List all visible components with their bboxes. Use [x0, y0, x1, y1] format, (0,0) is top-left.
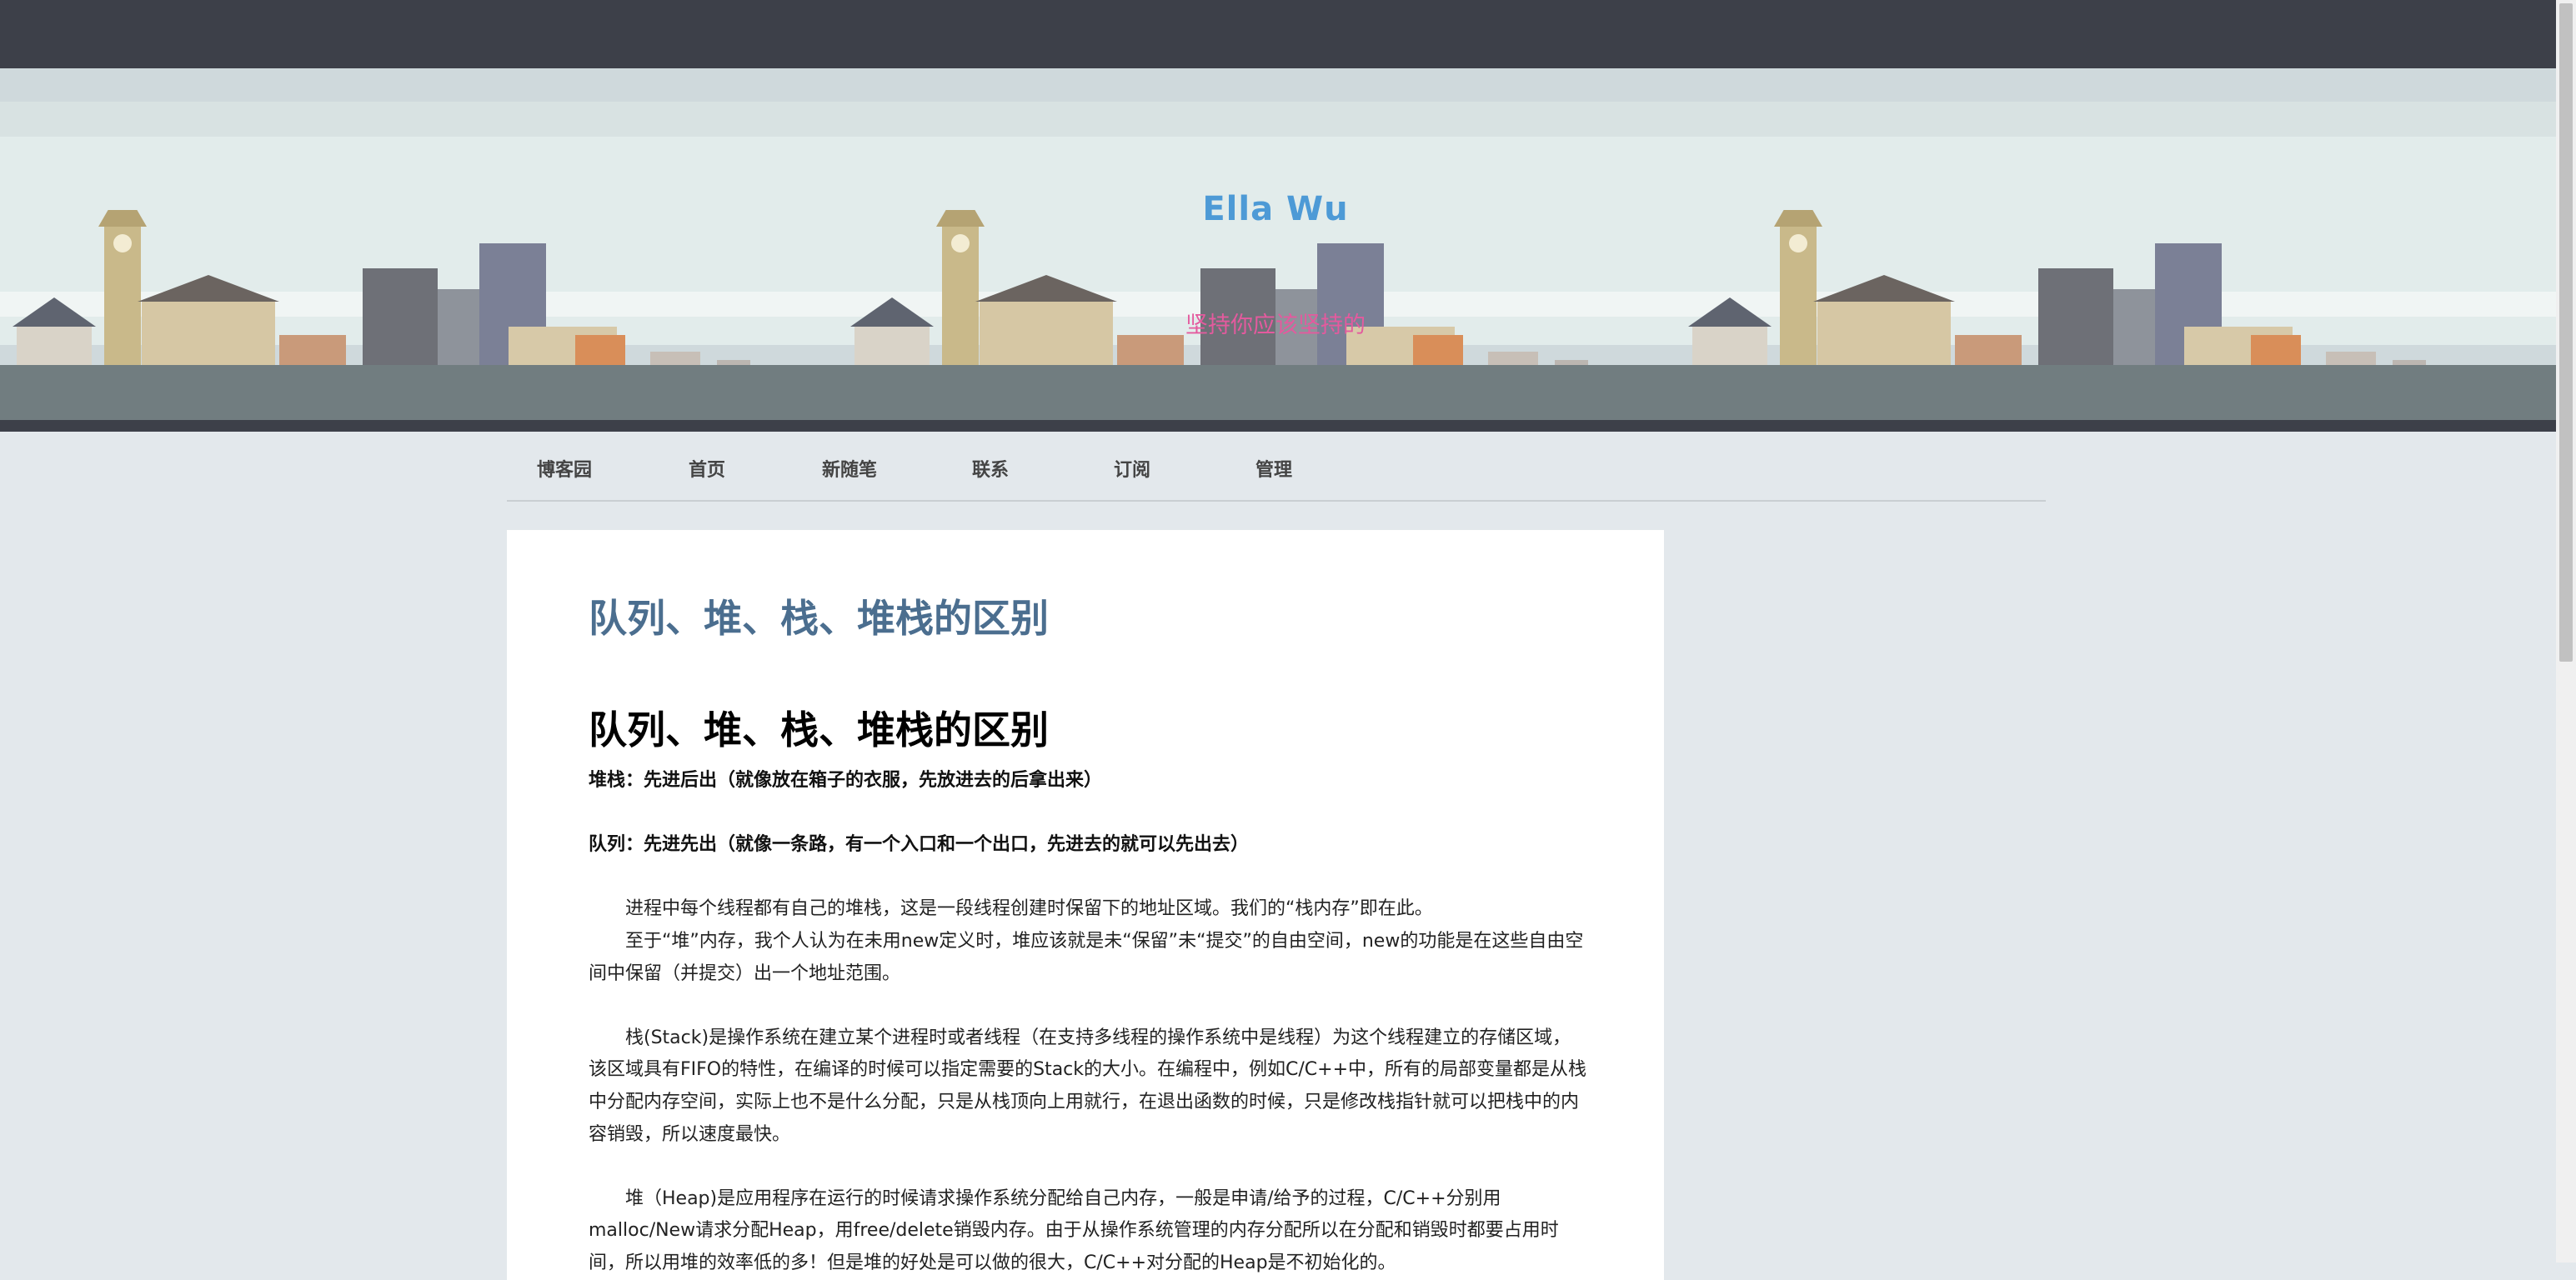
nav-item-home[interactable]: 首页	[689, 458, 725, 483]
nav-item-subscribe[interactable]: 订阅	[1114, 458, 1150, 483]
post-body: 堆栈：先进后出（就像放在箱子的衣服，先放进去的后拿出来） 队列：先进先出（就像一…	[589, 765, 1589, 1280]
nav-item-contact[interactable]: 联系	[972, 458, 1009, 483]
post-heading: 队列、堆、栈、堆栈的区别	[589, 708, 1049, 752]
banner-bottom-edge	[0, 420, 2556, 432]
post-container: 队列、堆、栈、堆栈的区别 队列、堆、栈、堆栈的区别 堆栈：先进后出（就像放在箱子…	[507, 530, 1664, 1280]
top-bar	[0, 0, 2556, 68]
nav-item-new-post[interactable]: 新随笔	[822, 458, 877, 483]
paragraph-heap-memory: 至于“堆”内存，我个人认为在未用new定义时，堆应该就是未“保留”未“提交”的自…	[589, 930, 1584, 984]
site-title[interactable]: Ella Wu	[1200, 190, 1351, 228]
post-title-link[interactable]: 队列、堆、栈、堆栈的区别	[589, 588, 1049, 643]
main-nav: 博客园 首页 新随笔 联系 订阅 管理	[507, 433, 2046, 502]
paragraph-stack: 栈(Stack)是操作系统在建立某个进程时或者线程（在支持多线程的操作系统中是线…	[589, 1027, 1587, 1145]
queue-definition: 队列：先进先出（就像一条路，有一个入口和一个出口，先进去的就可以先出去）	[589, 834, 1250, 856]
header-banner	[0, 68, 2556, 432]
vertical-scrollbar[interactable]	[2556, 0, 2576, 1262]
paragraph-stack-memory: 进程中每个线程都有自己的堆栈，这是一段线程创建时保留下的地址区域。我们的“栈内存…	[625, 898, 1433, 920]
paragraph-heap: 堆（Heap)是应用程序在运行的时候请求操作系统分配给自己内存，一般是申请/给予…	[589, 1188, 1559, 1273]
nav-item-cnblogs[interactable]: 博客园	[537, 458, 592, 483]
street-ground	[0, 365, 2556, 420]
scrollbar-thumb[interactable]	[2559, 3, 2573, 662]
site-subtitle: 坚持你应该坚持的	[1185, 312, 1366, 338]
sky-band	[0, 102, 2556, 137]
nav-item-admin[interactable]: 管理	[1255, 458, 1292, 483]
stack-definition: 堆栈：先进后出（就像放在箱子的衣服，先放进去的后拿出来）	[589, 770, 1103, 791]
